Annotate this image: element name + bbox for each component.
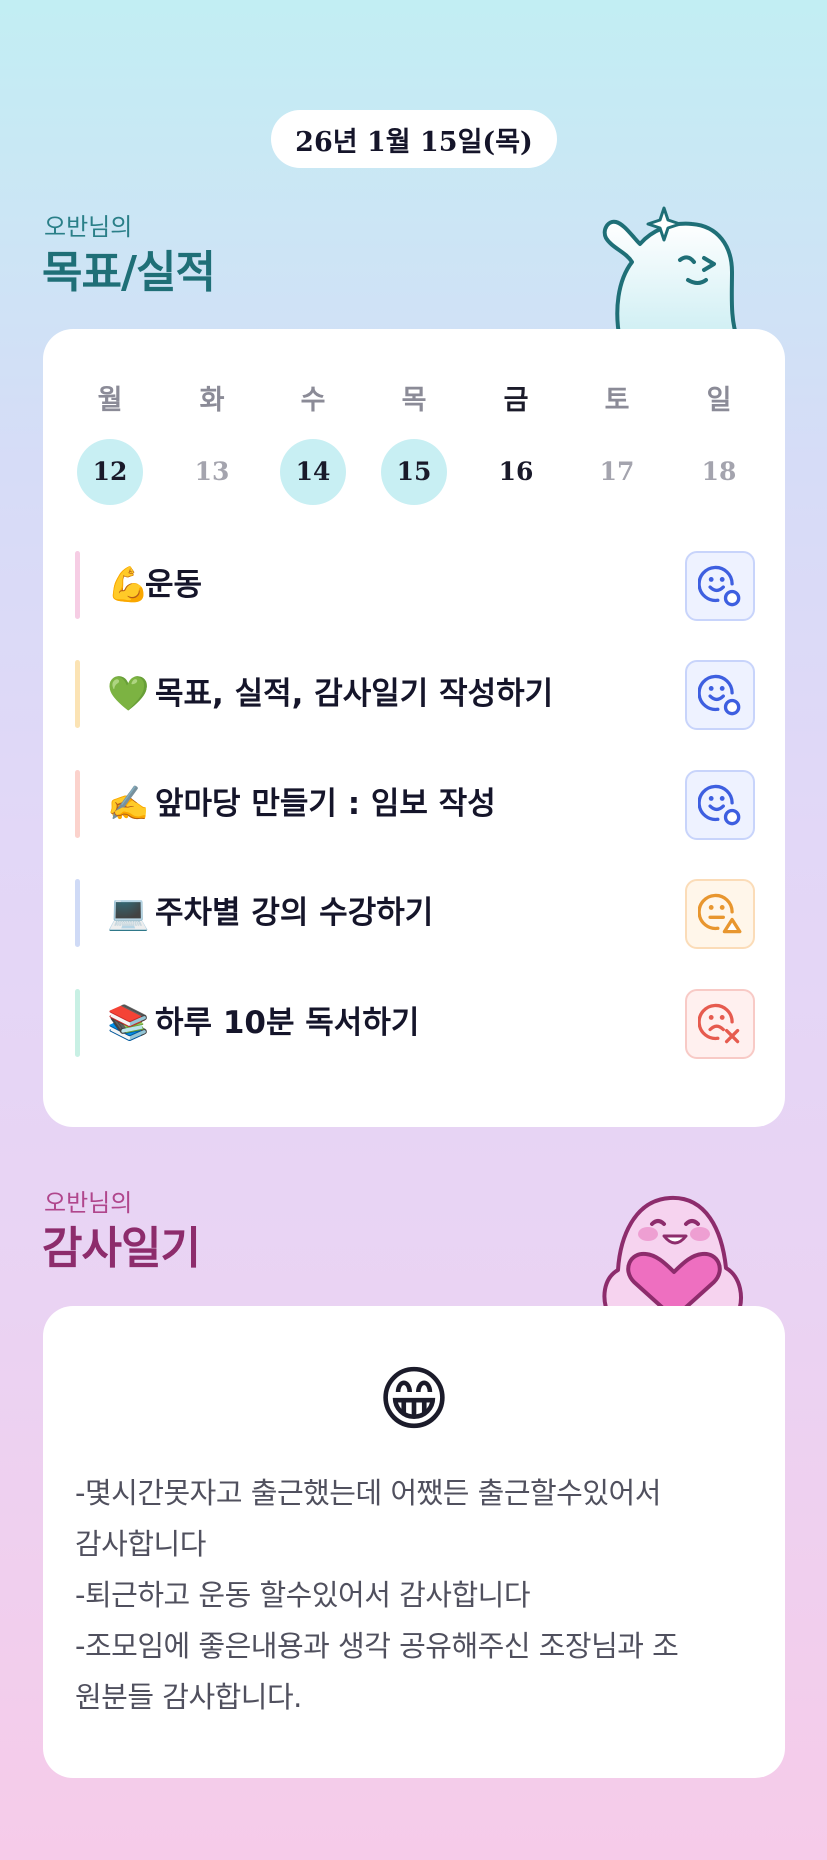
goal-status-button[interactable] [685,770,755,840]
goal-color-bar [75,989,80,1057]
goal-row[interactable]: 💚 목표, 실적, 감사일기 작성하기 [75,660,755,730]
goal-text: 주차별 강의 수강하기 [155,895,434,931]
goal-text: 운동 [145,567,203,603]
weekday-label: 월 [97,385,123,416]
goal-row[interactable]: 📚 하루 10분 독서하기 [75,989,755,1059]
goal-color-bar [75,551,80,619]
goal-color-bar [75,660,80,728]
goal-status-button[interactable] [685,879,755,949]
goal-color-bar [75,879,80,947]
day-number[interactable]: 14 [280,439,346,505]
day-number[interactable]: 17 [584,439,650,505]
weekday-label: 일 [706,385,732,416]
goal-status-button[interactable] [685,989,755,1059]
weekday-label: 금 [503,385,529,416]
gratitude-text: -몇시간못자고 출근했는데 어쨌든 출근할수있어서감사합니다 -퇴근하고 운동 할… [75,1468,765,1723]
smile-check-icon [698,564,742,608]
sad-x-icon [698,1002,742,1046]
weekday-label: 목 [401,385,427,416]
day-number[interactable]: 18 [686,439,752,505]
date-text: 26년 1월 15일(목) [295,126,533,158]
day-number[interactable]: 13 [179,439,245,505]
goals-card: 월 12 화 13 수 14 목 15 금 16 토 17 일 18 💪 운동 💚 목표, 실적, 감사일기 작… [43,329,785,1127]
goal-row[interactable]: 💪 운동 [75,551,755,621]
goal-status-button[interactable] [685,551,755,621]
day-number[interactable]: 15 [381,439,447,505]
goal-emoji: 💚 [107,674,150,714]
goal-emoji: 📚 [107,1003,150,1043]
goal-row[interactable]: 💻 주차별 강의 수강하기 [75,879,755,949]
goal-emoji: 💻 [107,893,150,933]
day-number[interactable]: 16 [483,439,549,505]
goal-text: 하루 10분 독서하기 [155,1005,420,1041]
goal-row[interactable]: ✍️ 앞마당 만들기 : 임보 작성 [75,770,755,840]
mood-emoji: 😁 [377,1358,451,1440]
smile-check-icon [698,673,742,717]
gratitude-title: 감사일기 [42,1223,201,1274]
mascot-ghost-icon [602,206,740,340]
goal-status-button[interactable] [685,660,755,730]
gratitude-line: 감사합니다 [75,1527,206,1561]
smile-check-icon [698,783,742,827]
goal-color-bar [75,770,80,838]
weekday-label: 화 [199,385,225,416]
date-pill[interactable]: 26년 1월 15일(목) [271,110,557,168]
goal-text: 목표, 실적, 감사일기 작성하기 [155,676,554,712]
weekday-label: 수 [300,385,326,416]
gratitude-card: 😁 -몇시간못자고 출근했는데 어쨌든 출근할수있어서감사합니다 -퇴근하고 운동… [43,1306,785,1778]
gratitude-line: -조모임에 좋은내용과 생각 공유해주신 조장님과 조 [75,1629,679,1663]
goals-title: 목표/실적 [42,247,216,298]
day-number[interactable]: 12 [77,439,143,505]
weekday-label: 토 [604,385,630,416]
neutral-triangle-icon [698,892,742,936]
gratitude-line: -몇시간못자고 출근했는데 어쨌든 출근할수있어서 [75,1476,661,1510]
mascot-heart-icon [602,1195,743,1318]
goal-text: 앞마당 만들기 : 임보 작성 [155,786,496,822]
gratitude-line: -퇴근하고 운동 할수있어서 감사합니다 [75,1578,531,1612]
goal-emoji: 💪 [107,565,150,605]
gratitude-line: 원분들 감사합니다. [75,1680,302,1714]
goal-emoji: ✍️ [107,784,150,824]
